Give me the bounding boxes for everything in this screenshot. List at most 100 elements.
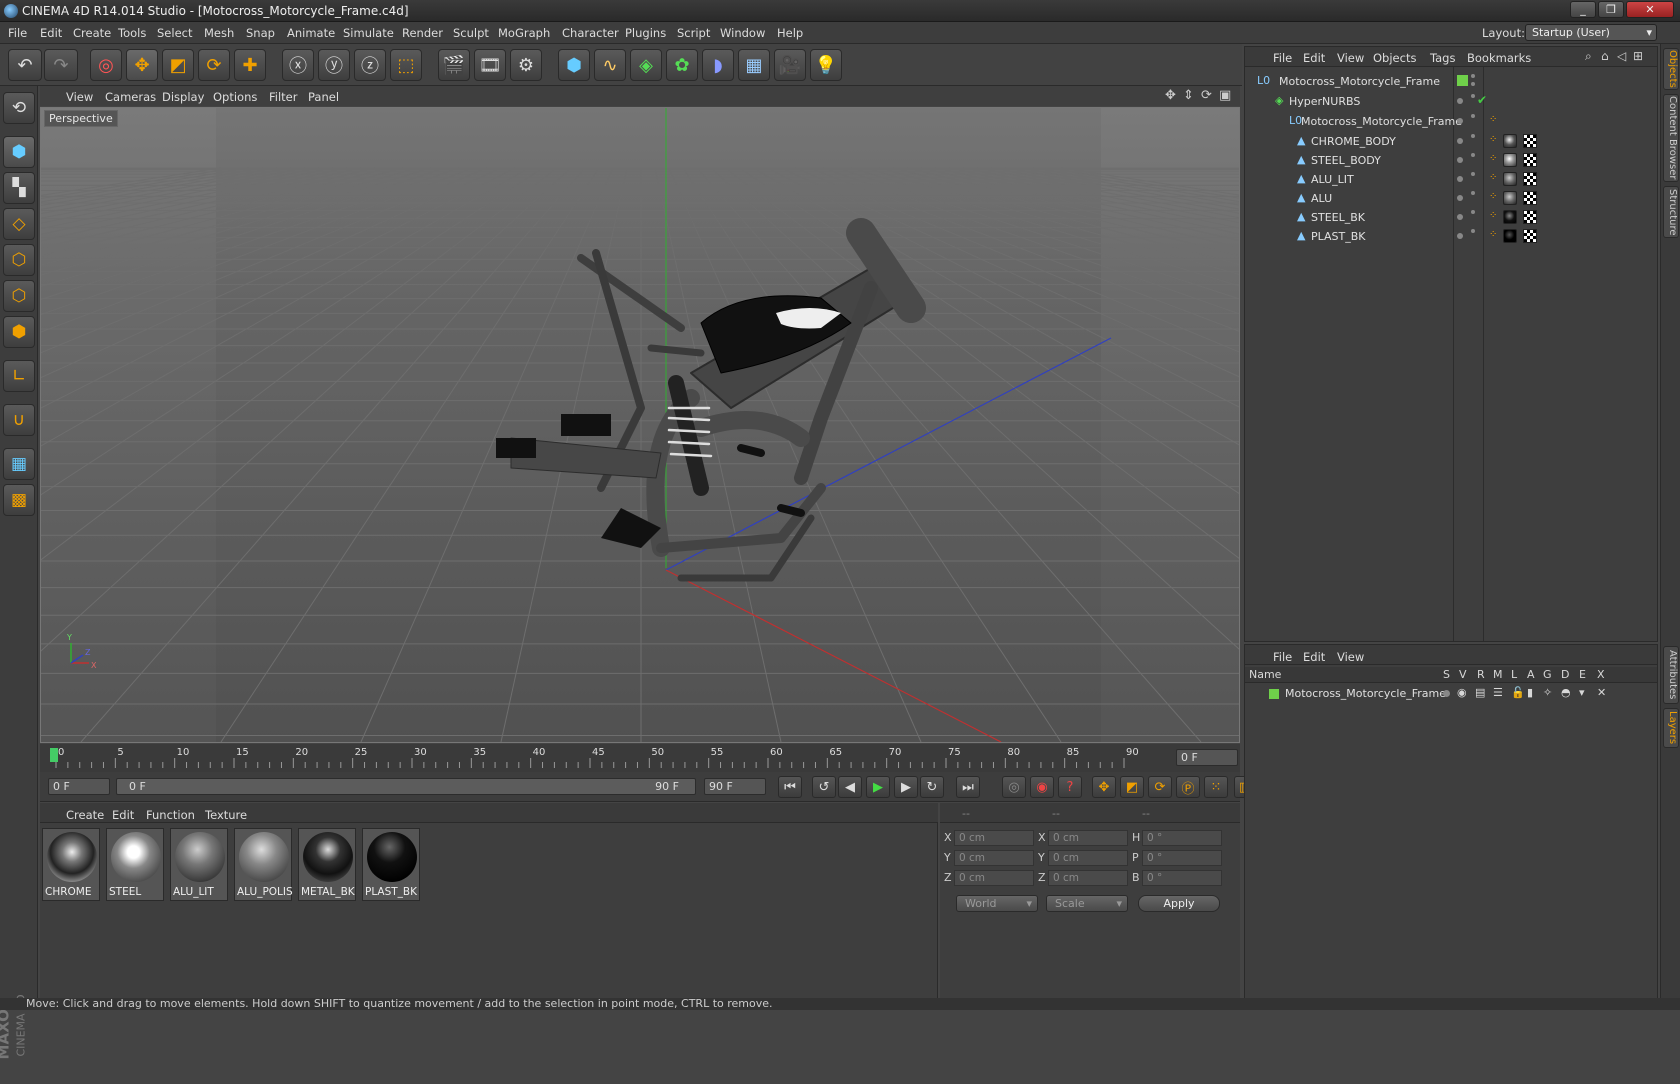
layer-color-swatch[interactable]: [1457, 75, 1468, 86]
xref-icon[interactable]: ✕: [1597, 686, 1606, 699]
uvw-tag-icon[interactable]: [1523, 191, 1537, 205]
object-menu-file[interactable]: File: [1273, 51, 1292, 65]
object-menu-bookmarks[interactable]: Bookmarks: [1467, 51, 1531, 65]
menu-window[interactable]: Window: [720, 26, 765, 40]
light-icon[interactable]: 💡: [810, 49, 842, 81]
phong-tag-icon[interactable]: ⁘: [1489, 153, 1497, 164]
menu-snap[interactable]: Snap: [246, 26, 275, 40]
texture-mode-icon[interactable]: ▚: [3, 172, 35, 204]
render-visibility-dot[interactable]: [1471, 210, 1475, 214]
menu-script[interactable]: Script: [677, 26, 710, 40]
phong-tag-icon[interactable]: ⁘: [1489, 172, 1497, 183]
deformer-icon[interactable]: ◓: [1561, 686, 1571, 699]
key-parameter-icon[interactable]: Ⓟ: [1176, 776, 1200, 798]
render-visibility-dot[interactable]: [1471, 82, 1475, 86]
generator-icon[interactable]: ✧: [1543, 686, 1552, 699]
new-view-icon[interactable]: ⊞: [1633, 49, 1643, 63]
material-chrome[interactable]: CHROME: [42, 828, 100, 901]
filter-icon[interactable]: ◁: [1617, 49, 1626, 63]
render-visibility-dot[interactable]: [1471, 229, 1475, 233]
uvw-tag-icon[interactable]: [1523, 229, 1537, 243]
editor-visibility-dot[interactable]: [1457, 214, 1463, 220]
axis-mode-icon[interactable]: ∟: [3, 360, 35, 392]
frame-range-slider[interactable]: 0 F 90 F: [116, 778, 696, 795]
animation-icon[interactable]: ▮: [1527, 686, 1533, 699]
phong-tag-icon[interactable]: ⁘: [1489, 134, 1497, 145]
apply-button[interactable]: Apply: [1138, 895, 1220, 912]
object-row[interactable]: ▲ CHROME_BODY ⁘: [1245, 131, 1657, 151]
size-z-field[interactable]: 0 cm: [1048, 870, 1128, 886]
rotation-h-field[interactable]: 0 °: [1142, 830, 1222, 846]
editor-visibility-dot[interactable]: [1457, 98, 1463, 104]
material-metal-bk[interactable]: METAL_BK: [298, 828, 356, 901]
size-y-field[interactable]: 0 cm: [1048, 850, 1128, 866]
menu-select[interactable]: Select: [157, 26, 192, 40]
grid-snap-icon[interactable]: ▩: [3, 484, 35, 516]
enabled-check-icon[interactable]: ✔: [1477, 93, 1487, 107]
object-row[interactable]: ▲ STEEL_BK ⁘: [1245, 207, 1657, 227]
y-axis-lock-icon[interactable]: ⓨ: [318, 49, 350, 81]
object-row[interactable]: ◈ HyperNURBS ✔: [1245, 91, 1657, 111]
nurbs-icon[interactable]: ◈: [630, 49, 662, 81]
autokey-icon[interactable]: ◉: [1030, 776, 1054, 798]
tab-attributes[interactable]: Attributes: [1663, 646, 1679, 704]
uvw-tag-icon[interactable]: [1523, 172, 1537, 186]
material-alu-lit[interactable]: ALU_LIT: [170, 828, 228, 901]
expression-icon[interactable]: ▾: [1579, 686, 1585, 699]
scale-tool-icon[interactable]: ◩: [162, 49, 194, 81]
menu-render[interactable]: Render: [402, 26, 443, 40]
object-row[interactable]: ▲ ALU ⁘: [1245, 188, 1657, 208]
next-frame-icon[interactable]: ▶: [894, 776, 918, 798]
search-icon[interactable]: ⌕: [1585, 49, 1592, 64]
viewport-rotate-icon[interactable]: ⟳: [1201, 88, 1212, 103]
snap-magnet-icon[interactable]: ∪: [3, 404, 35, 436]
viewport-zoom-icon[interactable]: ⇕: [1183, 88, 1194, 103]
material-tag-icon[interactable]: [1503, 134, 1517, 148]
make-editable-icon[interactable]: ⟲: [3, 92, 35, 124]
perspective-viewport[interactable]: Y X Z Perspective: [40, 107, 1240, 743]
home-icon[interactable]: ⌂: [1601, 49, 1609, 63]
key-rotation-icon[interactable]: ⟳: [1148, 776, 1172, 798]
key-position-icon[interactable]: ✥: [1092, 776, 1116, 798]
minimize-button[interactable]: _: [1570, 1, 1596, 18]
editor-visibility-dot[interactable]: [1457, 176, 1463, 182]
z-axis-lock-icon[interactable]: ⓩ: [354, 49, 386, 81]
tab-objects[interactable]: Objects: [1663, 48, 1679, 90]
material-menu-function[interactable]: Function: [146, 808, 195, 822]
object-row[interactable]: L0 Motocross_Motorcycle_Frame: [1245, 71, 1657, 91]
next-key-icon[interactable]: ↻: [920, 776, 944, 798]
move-tool-icon[interactable]: ✥: [126, 49, 158, 81]
go-to-start-icon[interactable]: ⏮: [778, 776, 802, 798]
close-button[interactable]: ✕: [1626, 1, 1674, 18]
render-icon[interactable]: ▤: [1475, 686, 1485, 699]
spline-pen-icon[interactable]: ∿: [594, 49, 626, 81]
material-plast-bk[interactable]: PLAST_BK: [362, 828, 420, 901]
menu-mesh[interactable]: Mesh: [204, 26, 234, 40]
material-tag-icon[interactable]: [1503, 153, 1517, 167]
layer-menu-file[interactable]: File: [1273, 650, 1292, 664]
material-steel[interactable]: STEEL: [106, 828, 164, 901]
object-row[interactable]: ▲ ALU_LIT ⁘: [1245, 169, 1657, 189]
recent-tools-icon[interactable]: ✚: [234, 49, 266, 81]
rotation-b-field[interactable]: 0 °: [1142, 870, 1222, 886]
current-frame-field[interactable]: 0 F: [1176, 749, 1238, 766]
menu-help[interactable]: Help: [777, 26, 803, 40]
timeline-ruler[interactable]: 0 5 10 15 20 25 30 35 40 45 50 55 60 65 70 75 80 85 90 0 F: [40, 744, 1240, 772]
material-menu-edit[interactable]: Edit: [112, 808, 134, 822]
viewport-menu-cameras[interactable]: Cameras: [105, 90, 156, 104]
phong-tag-icon[interactable]: ⁘: [1489, 210, 1497, 221]
editor-visibility-dot[interactable]: [1457, 118, 1463, 124]
play-icon[interactable]: ▶: [866, 776, 890, 798]
model-mode-icon[interactable]: ⬢: [3, 136, 35, 168]
tab-content-browser[interactable]: Content Browser: [1663, 94, 1679, 182]
menu-animate[interactable]: Animate: [287, 26, 335, 40]
lock-icon[interactable]: 🔓: [1511, 686, 1525, 699]
menu-sculpt[interactable]: Sculpt: [453, 26, 489, 40]
keyframe-selection-icon[interactable]: ?: [1058, 776, 1082, 798]
view-eye-icon[interactable]: ◉: [1457, 686, 1467, 699]
uvw-tag-icon[interactable]: [1523, 153, 1537, 167]
maximize-button[interactable]: ❐: [1598, 1, 1624, 18]
render-visibility-dot[interactable]: [1471, 172, 1475, 176]
record-keys-icon[interactable]: ◎: [1002, 776, 1026, 798]
material-tag-icon[interactable]: [1503, 210, 1517, 224]
